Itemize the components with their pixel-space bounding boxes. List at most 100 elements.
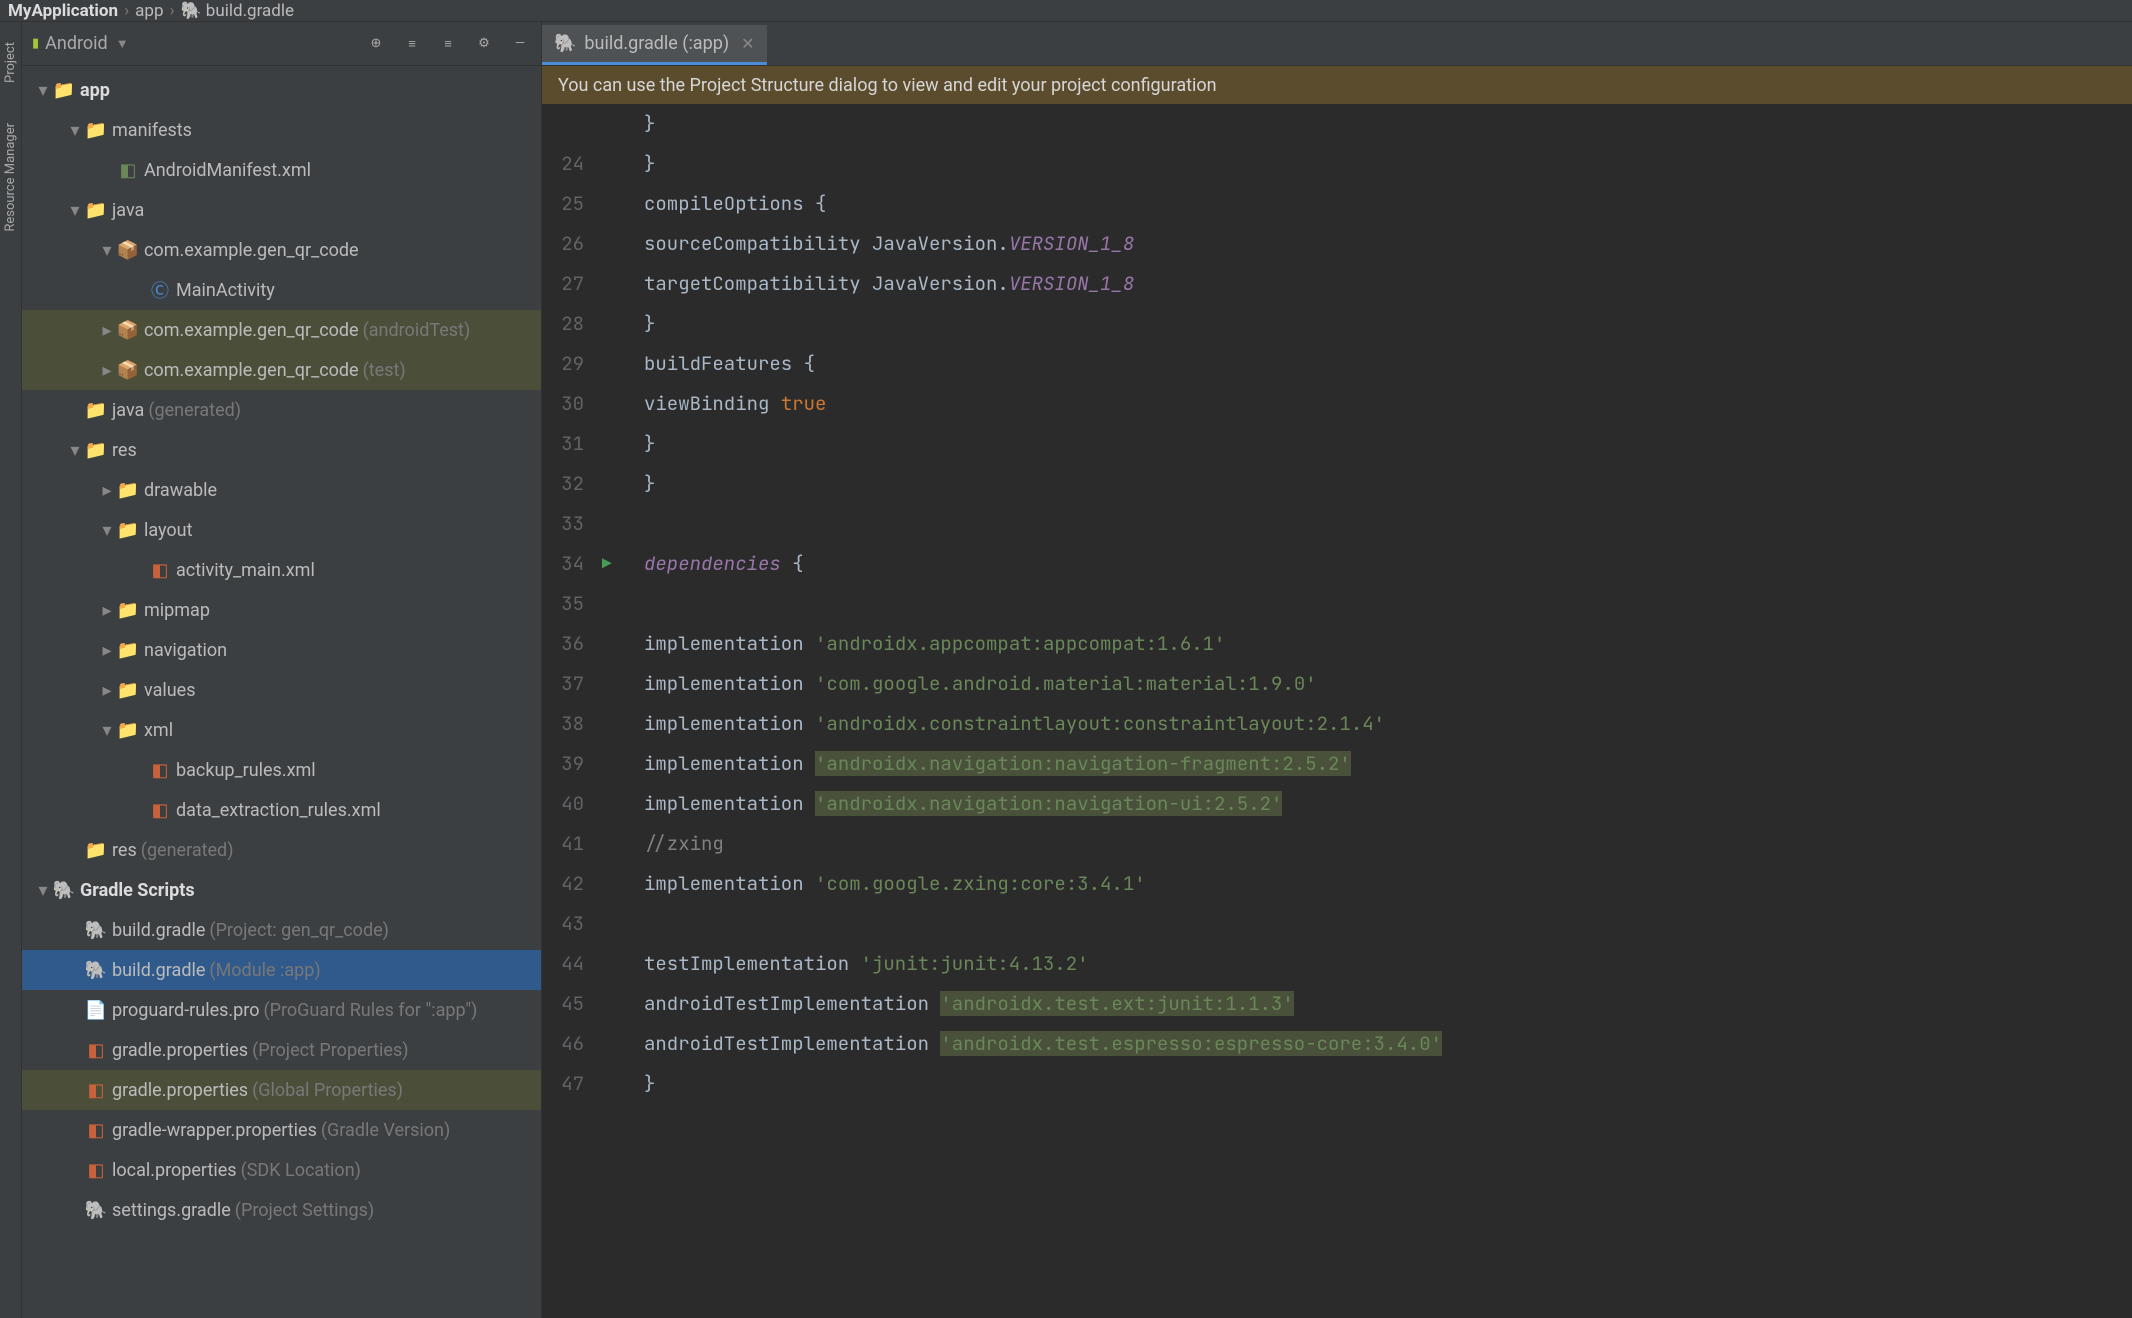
hide-icon[interactable]: —	[509, 33, 531, 55]
code-content[interactable]: implementation 'androidx.navigation:navi…	[644, 744, 2132, 784]
code-content[interactable]: implementation 'androidx.navigation:navi…	[644, 784, 2132, 824]
tree-arrow[interactable]: ▾	[66, 440, 84, 461]
collapse-all-icon[interactable]: ≡	[437, 33, 459, 55]
tree-item[interactable]: ▾📁app	[22, 70, 541, 110]
project-tree[interactable]: ▾📁app▾📁manifests◧AndroidManifest.xml▾📁ja…	[22, 66, 541, 1318]
tree-arrow[interactable]: ▸	[98, 320, 116, 341]
code-content[interactable]: implementation 'androidx.appcompat:appco…	[644, 624, 2132, 664]
tree-arrow[interactable]: ▸	[98, 600, 116, 621]
tree-item[interactable]: ▾📁manifests	[22, 110, 541, 150]
run-gutter-icon[interactable]: ▶	[602, 544, 612, 584]
code-line[interactable]: 36 implementation 'androidx.appcompat:ap…	[542, 624, 2132, 664]
code-editor[interactable]: }24 }25 compileOptions {26 sourceCompati…	[542, 104, 2132, 1318]
tree-arrow[interactable]: ▾	[34, 880, 52, 901]
code-line[interactable]: 39 implementation 'androidx.navigation:n…	[542, 744, 2132, 784]
code-content[interactable]: testImplementation 'junit:junit:4.13.2'	[644, 944, 2132, 984]
tree-item[interactable]: ▸📁mipmap	[22, 590, 541, 630]
code-line[interactable]: 31 }	[542, 424, 2132, 464]
tree-arrow[interactable]: ▸	[98, 640, 116, 661]
code-line[interactable]: 29 buildFeatures {	[542, 344, 2132, 384]
tree-item[interactable]: ▾📁java	[22, 190, 541, 230]
code-line[interactable]: 27 targetCompatibility JavaVersion.VERSI…	[542, 264, 2132, 304]
tree-item[interactable]: ▾📁layout	[22, 510, 541, 550]
rail-project[interactable]: Project	[3, 42, 18, 83]
tree-arrow[interactable]: ▾	[98, 240, 116, 261]
tree-arrow[interactable]: ▾	[34, 80, 52, 101]
code-content[interactable]: }	[644, 104, 2132, 144]
code-line[interactable]: 37 implementation 'com.google.android.ma…	[542, 664, 2132, 704]
tree-arrow[interactable]: ▾	[66, 120, 84, 141]
tree-item[interactable]: ◧local.properties(SDK Location)	[22, 1150, 541, 1190]
breadcrumb-file[interactable]: build.gradle	[206, 1, 294, 21]
code-line[interactable]: 40 implementation 'androidx.navigation:n…	[542, 784, 2132, 824]
code-line[interactable]: 46 androidTestImplementation 'androidx.t…	[542, 1024, 2132, 1064]
code-line[interactable]: 25 compileOptions {	[542, 184, 2132, 224]
tree-item[interactable]: ▾📦com.example.gen_qr_code	[22, 230, 541, 270]
code-content[interactable]: buildFeatures {	[644, 344, 2132, 384]
tree-item[interactable]: 🐘settings.gradle(Project Settings)	[22, 1190, 541, 1230]
tree-arrow[interactable]: ▸	[98, 360, 116, 381]
code-content[interactable]: }	[644, 424, 2132, 464]
code-line[interactable]: 43	[542, 904, 2132, 944]
tree-item[interactable]: ◧gradle-wrapper.properties(Gradle Versio…	[22, 1110, 541, 1150]
breadcrumb-root[interactable]: MyApplication	[8, 1, 118, 21]
code-content[interactable]: implementation 'com.google.zxing:core:3.…	[644, 864, 2132, 904]
code-content[interactable]: viewBinding true	[644, 384, 2132, 424]
tree-item[interactable]: 📁java(generated)	[22, 390, 541, 430]
tree-arrow[interactable]: ▸	[98, 480, 116, 501]
tree-item[interactable]: 🐘build.gradle(Module :app)	[22, 950, 541, 990]
tree-item[interactable]: ◧AndroidManifest.xml	[22, 150, 541, 190]
code-line[interactable]: 34▶dependencies {	[542, 544, 2132, 584]
code-content[interactable]	[644, 904, 2132, 944]
code-line[interactable]: 44 testImplementation 'junit:junit:4.13.…	[542, 944, 2132, 984]
tree-item[interactable]: 📁res(generated)	[22, 830, 541, 870]
code-content[interactable]: //zxing	[644, 824, 2132, 864]
tree-item[interactable]: ▾📁res	[22, 430, 541, 470]
code-content[interactable]: }	[644, 144, 2132, 184]
code-line[interactable]: 35	[542, 584, 2132, 624]
code-line[interactable]: 33	[542, 504, 2132, 544]
code-content[interactable]: androidTestImplementation 'androidx.test…	[644, 984, 2132, 1024]
tree-item[interactable]: ▸📁values	[22, 670, 541, 710]
expand-all-icon[interactable]: ≡	[401, 33, 423, 55]
tab-build-gradle[interactable]: 🐘 build.gradle (:app) ✕	[542, 25, 767, 65]
code-content[interactable]	[644, 504, 2132, 544]
project-structure-banner[interactable]: You can use the Project Structure dialog…	[542, 66, 2132, 104]
code-line[interactable]: 24 }	[542, 144, 2132, 184]
code-content[interactable]: dependencies {	[644, 544, 2132, 584]
code-content[interactable]: implementation 'com.google.android.mater…	[644, 664, 2132, 704]
code-line[interactable]: }	[542, 104, 2132, 144]
tree-item[interactable]: ▸📦com.example.gen_qr_code(androidTest)	[22, 310, 541, 350]
code-content[interactable]: }	[644, 304, 2132, 344]
code-content[interactable]: compileOptions {	[644, 184, 2132, 224]
gear-icon[interactable]: ⚙	[473, 33, 495, 55]
tree-item[interactable]: ▾📁xml	[22, 710, 541, 750]
project-view-selector[interactable]: Android	[45, 33, 108, 54]
tree-arrow[interactable]: ▸	[98, 680, 116, 701]
code-line[interactable]: 28 }	[542, 304, 2132, 344]
chevron-down-icon[interactable]: ▼	[116, 36, 129, 52]
locate-icon[interactable]: ⊕	[365, 33, 387, 55]
tree-item[interactable]: 🐘build.gradle(Project: gen_qr_code)	[22, 910, 541, 950]
tree-arrow[interactable]: ▾	[66, 200, 84, 221]
code-content[interactable]: sourceCompatibility JavaVersion.VERSION_…	[644, 224, 2132, 264]
code-content[interactable]: }	[644, 1064, 2132, 1104]
code-line[interactable]: 45 androidTestImplementation 'androidx.t…	[542, 984, 2132, 1024]
tree-item[interactable]: ◧gradle.properties(Project Properties)	[22, 1030, 541, 1070]
tree-item[interactable]: ◧activity_main.xml	[22, 550, 541, 590]
code-content[interactable]: targetCompatibility JavaVersion.VERSION_…	[644, 264, 2132, 304]
tree-arrow[interactable]: ▾	[98, 720, 116, 741]
tree-item[interactable]: ▸📦com.example.gen_qr_code(test)	[22, 350, 541, 390]
code-content[interactable]: androidTestImplementation 'androidx.test…	[644, 1024, 2132, 1064]
tree-item[interactable]: ▾🐘Gradle Scripts	[22, 870, 541, 910]
tree-item[interactable]: ◧gradle.properties(Global Properties)	[22, 1070, 541, 1110]
code-content[interactable]	[644, 584, 2132, 624]
breadcrumb[interactable]: MyApplication › app › 🐘 build.gradle	[0, 0, 2132, 22]
breadcrumb-app[interactable]: app	[135, 1, 163, 21]
code-line[interactable]: 41 //zxing	[542, 824, 2132, 864]
tree-arrow[interactable]: ▾	[98, 520, 116, 541]
code-line[interactable]: 42 implementation 'com.google.zxing:core…	[542, 864, 2132, 904]
tree-item[interactable]: ⒸMainActivity	[22, 270, 541, 310]
rail-resource-manager[interactable]: Resource Manager	[3, 123, 18, 232]
tree-item[interactable]: ◧data_extraction_rules.xml	[22, 790, 541, 830]
